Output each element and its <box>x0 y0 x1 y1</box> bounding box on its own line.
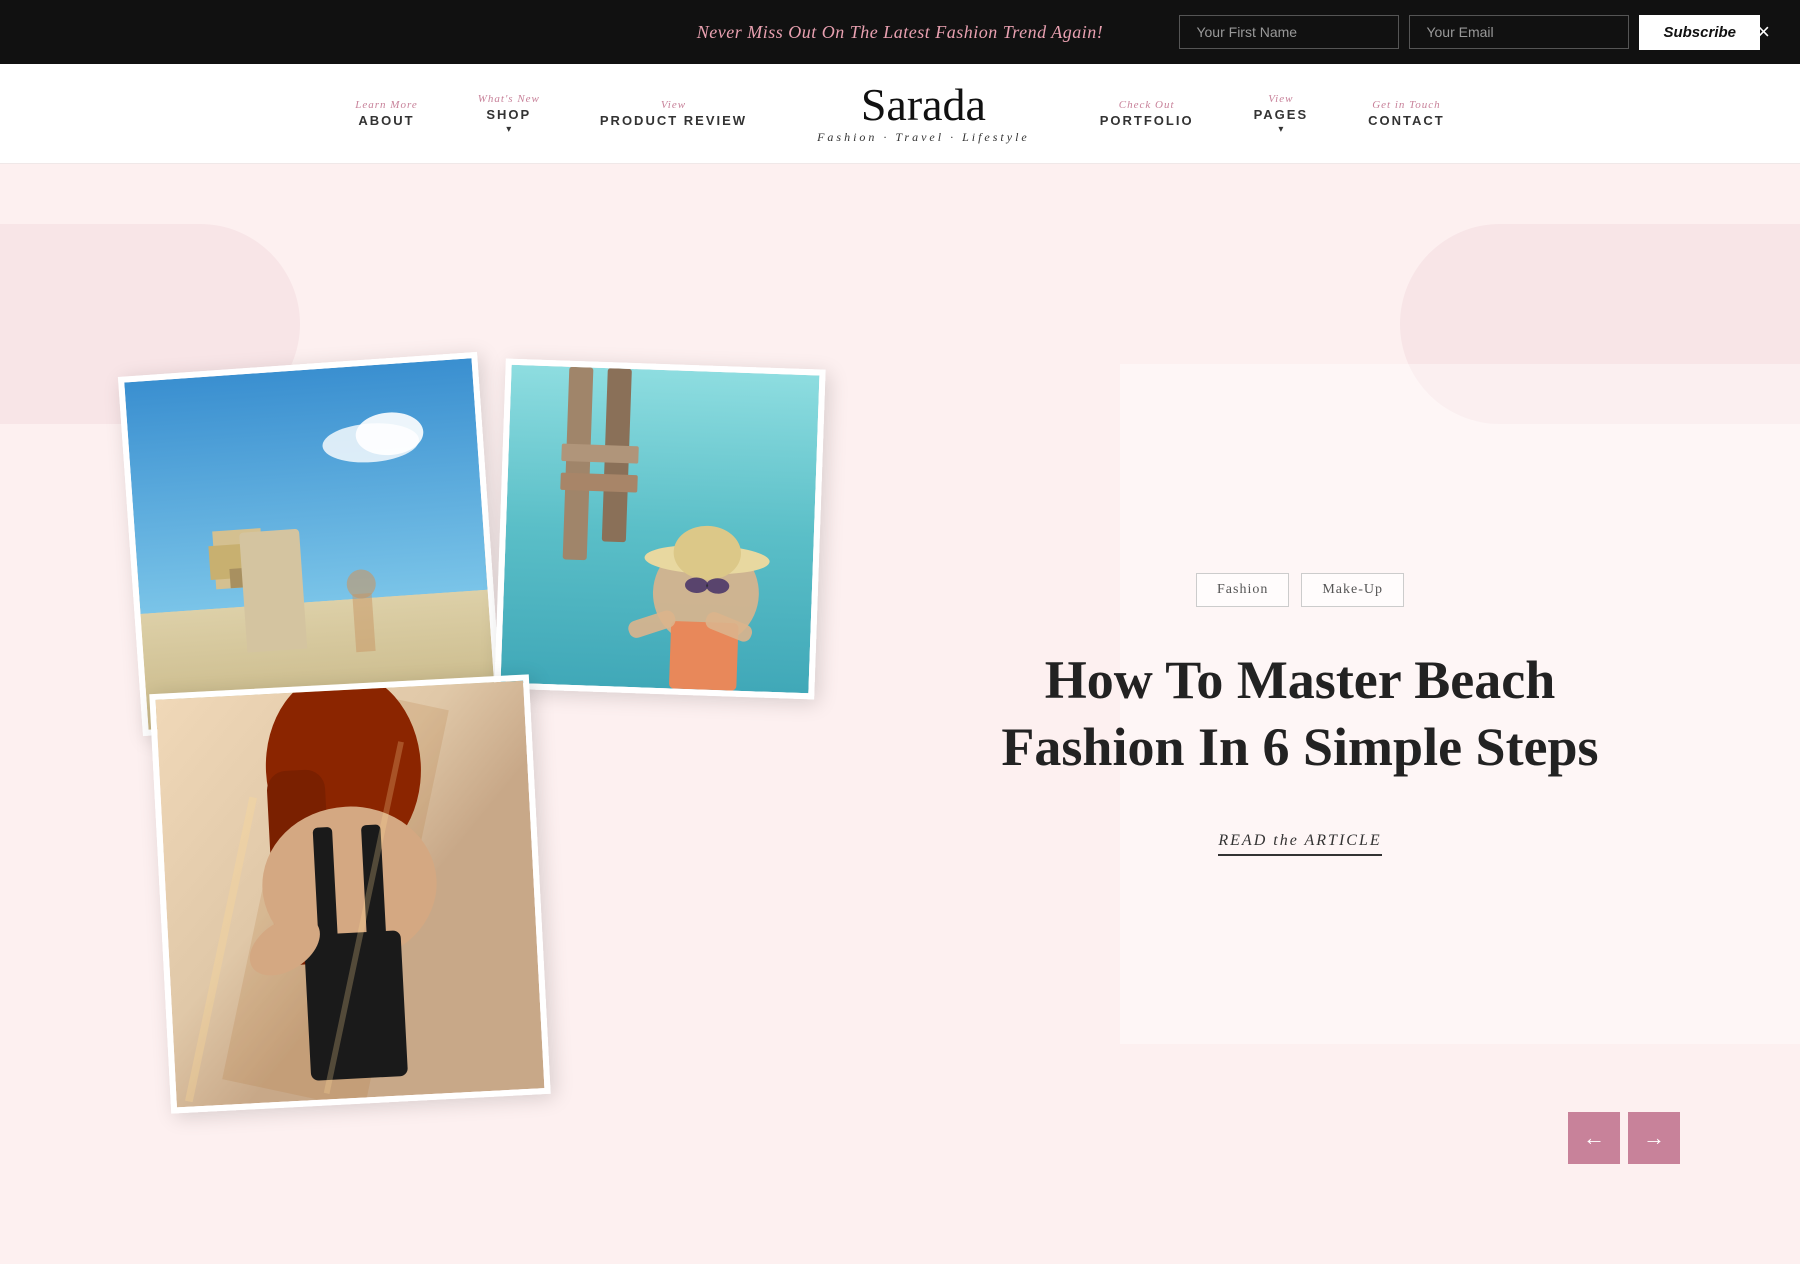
nav-item-shop[interactable]: What's New SHOP ▾ <box>448 93 570 135</box>
nav-item-portfolio[interactable]: Check Out PORTFOLIO <box>1070 99 1224 128</box>
logo[interactable]: Sarada Fashion · Travel · Lifestyle <box>777 82 1070 145</box>
pages-arrow-icon: ▾ <box>1278 124 1283 135</box>
logo-tagline: Fashion · Travel · Lifestyle <box>817 130 1030 145</box>
read-article-link[interactable]: READ the ARTICLE <box>1218 832 1381 856</box>
nav-label-about: Learn More <box>355 99 417 111</box>
woman-black-image <box>149 674 550 1113</box>
nav-label-pages: View <box>1268 93 1293 105</box>
nav-item-contact[interactable]: Get in Touch CONTACT <box>1338 99 1475 128</box>
nav-label-contact: Get in Touch <box>1372 99 1440 111</box>
image-collage <box>100 304 860 1124</box>
tag-makeup[interactable]: Make-Up <box>1301 573 1404 607</box>
tags-container: Fashion Make-Up <box>1196 573 1404 607</box>
article-info: Fashion Make-Up How To Master Beach Fash… <box>900 533 1700 896</box>
nav-main-shop: SHOP <box>486 107 531 122</box>
navbar: Learn More ABOUT What's New SHOP ▾ View … <box>0 64 1800 164</box>
nav-label-portfolio: Check Out <box>1119 99 1175 111</box>
email-input[interactable] <box>1409 15 1629 49</box>
turquoise-water-image <box>494 359 825 700</box>
nav-main-contact: CONTACT <box>1368 113 1445 128</box>
article-title: How To Master Beach Fashion In 6 Simple … <box>960 647 1640 782</box>
nav-label-shop: What's New <box>478 93 540 105</box>
banner-form: Subscribe <box>1179 15 1760 50</box>
top-banner: Never Miss Out On The Latest Fashion Tre… <box>0 0 1800 64</box>
nav-main-product-review: PRODUCT REVIEW <box>600 113 747 128</box>
banner-text: Never Miss Out On The Latest Fashion Tre… <box>697 22 1104 43</box>
nav-item-about[interactable]: Learn More ABOUT <box>325 99 447 128</box>
nav-main-portfolio: PORTFOLIO <box>1100 113 1194 128</box>
nav-label-product-review: View <box>661 99 686 111</box>
logo-text: Sarada <box>861 82 986 128</box>
subscribe-button[interactable]: Subscribe <box>1639 15 1760 50</box>
hero-section: Fashion Make-Up How To Master Beach Fash… <box>0 164 1800 1264</box>
nav-item-pages[interactable]: View PAGES ▾ <box>1224 93 1339 135</box>
tag-fashion[interactable]: Fashion <box>1196 573 1289 607</box>
shop-arrow-icon: ▾ <box>506 124 511 135</box>
nav-left: Learn More ABOUT What's New SHOP ▾ View … <box>325 93 777 135</box>
nav-main-pages: PAGES <box>1254 107 1309 122</box>
nav-right: Check Out PORTFOLIO View PAGES ▾ Get in … <box>1070 93 1475 135</box>
first-name-input[interactable] <box>1179 15 1399 49</box>
nav-main-about: ABOUT <box>358 113 414 128</box>
nav-item-product-review[interactable]: View PRODUCT REVIEW <box>570 99 777 128</box>
close-button[interactable]: × <box>1757 21 1770 43</box>
hero-content: Fashion Make-Up How To Master Beach Fash… <box>100 304 1700 1124</box>
